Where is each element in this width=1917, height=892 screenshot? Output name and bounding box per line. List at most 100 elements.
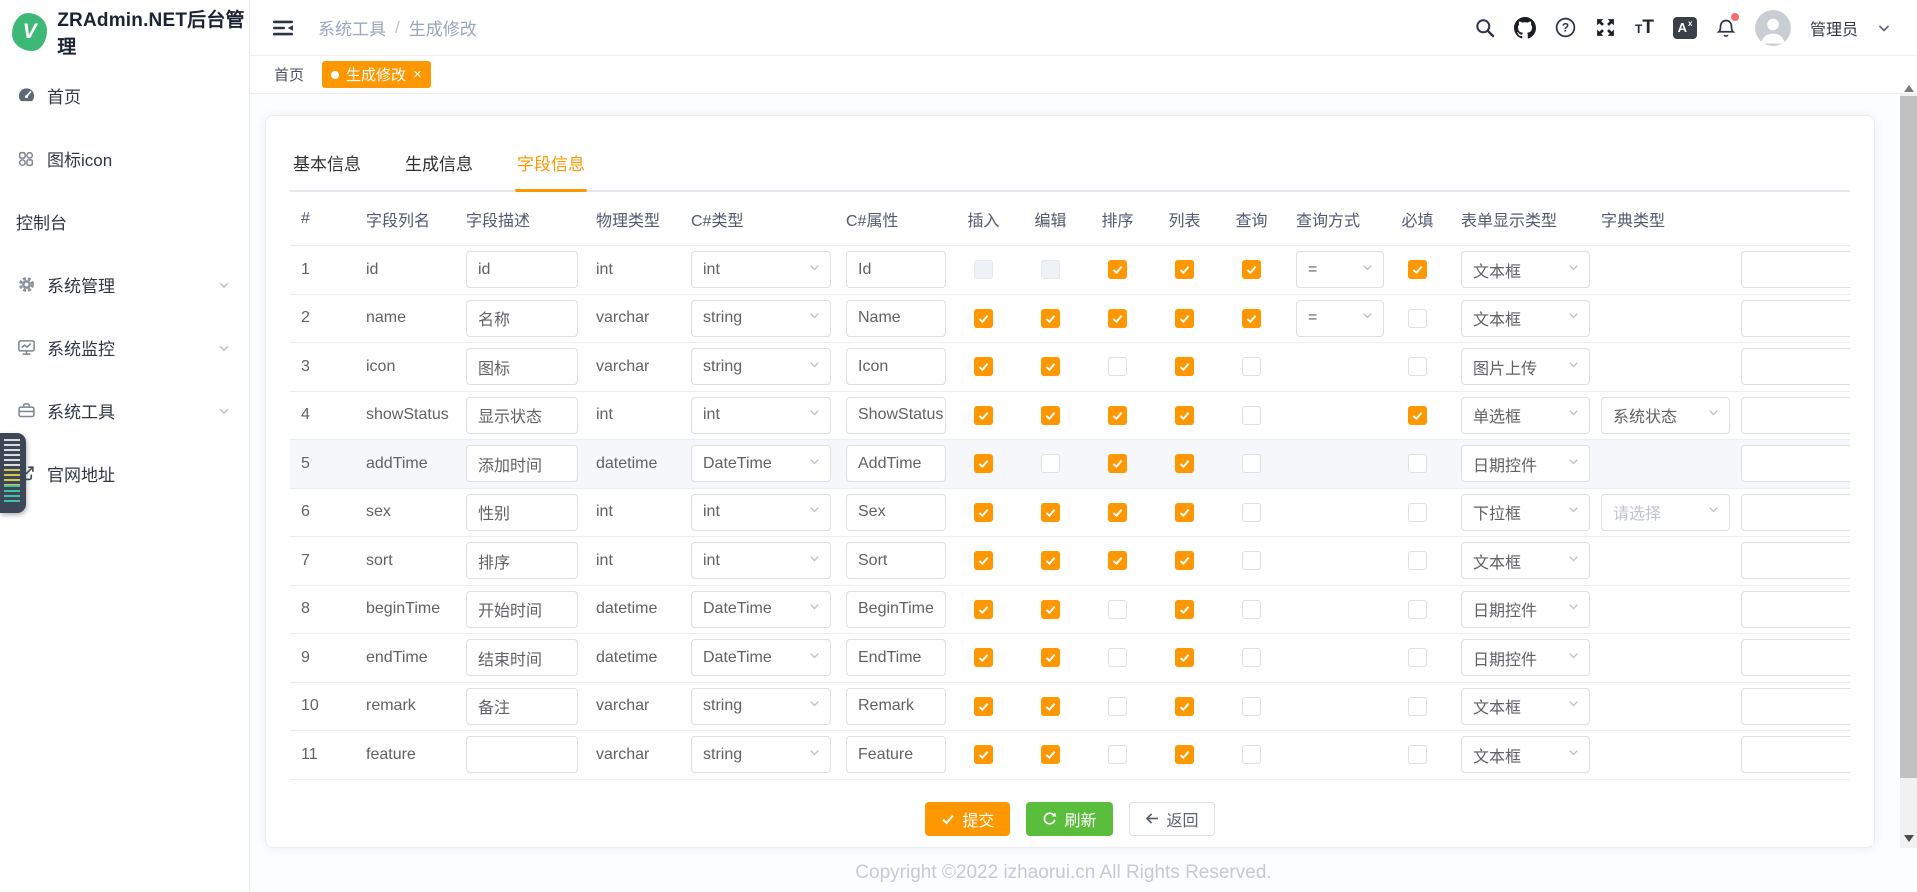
list-checkbox[interactable] (1175, 454, 1194, 473)
help-icon[interactable]: ? (1555, 15, 1576, 41)
description-input[interactable]: id (466, 251, 578, 288)
display-type-select[interactable]: 下拉框 (1461, 494, 1590, 531)
description-input[interactable]: 结束时间 (466, 639, 578, 676)
display-type-select[interactable]: 文本框 (1461, 251, 1590, 288)
list-checkbox[interactable] (1175, 697, 1194, 716)
sidebar-item-系统监控[interactable]: 系统监控 (0, 316, 249, 379)
tag-home[interactable]: 首页 (268, 61, 310, 88)
csharp-property-input[interactable]: ShowStatus (846, 397, 946, 434)
insert-checkbox[interactable] (974, 648, 993, 667)
sort-checkbox[interactable] (1108, 600, 1127, 619)
query-checkbox[interactable] (1242, 551, 1261, 570)
display-type-select[interactable]: 日期控件 (1461, 591, 1590, 628)
description-input[interactable] (466, 736, 578, 773)
scroll-down-arrow[interactable] (1900, 830, 1917, 846)
csharp-property-input[interactable]: Name (846, 300, 946, 337)
csharp-property-input[interactable]: Remark (846, 688, 946, 725)
sidebar-item-系统管理[interactable]: 系统管理 (0, 253, 249, 316)
sort-checkbox[interactable] (1108, 260, 1127, 279)
sort-checkbox[interactable] (1108, 745, 1127, 764)
extra-input[interactable] (1741, 397, 1850, 434)
chevron-down-icon[interactable] (1877, 15, 1891, 41)
insert-checkbox[interactable] (974, 357, 993, 376)
search-icon[interactable] (1475, 15, 1495, 41)
github-icon[interactable] (1514, 15, 1536, 41)
required-checkbox[interactable] (1408, 745, 1427, 764)
edit-checkbox[interactable] (1041, 551, 1060, 570)
sort-checkbox[interactable] (1108, 357, 1127, 376)
extra-input[interactable] (1741, 688, 1850, 725)
csharp-type-select[interactable]: int (691, 251, 831, 288)
language-icon[interactable]: Ax (1673, 17, 1697, 39)
required-checkbox[interactable] (1408, 600, 1427, 619)
insert-checkbox[interactable] (974, 503, 993, 522)
display-type-select[interactable]: 图片上传 (1461, 348, 1590, 385)
csharp-type-select[interactable]: DateTime (691, 445, 831, 482)
card-tab-生成信息[interactable]: 生成信息 (403, 144, 475, 190)
required-checkbox[interactable] (1408, 260, 1427, 279)
display-type-select[interactable]: 单选框 (1461, 397, 1590, 434)
list-checkbox[interactable] (1175, 551, 1194, 570)
card-tab-字段信息[interactable]: 字段信息 (515, 144, 587, 190)
query-checkbox[interactable] (1242, 454, 1261, 473)
sort-checkbox[interactable] (1108, 454, 1127, 473)
sort-checkbox[interactable] (1108, 503, 1127, 522)
vertical-scrollbar[interactable] (1900, 94, 1917, 848)
edit-checkbox[interactable] (1041, 697, 1060, 716)
sidebar-item-首页[interactable]: 首页 (0, 64, 249, 127)
description-input[interactable]: 名称 (466, 300, 578, 337)
csharp-property-input[interactable]: Icon (846, 348, 946, 385)
font-size-icon[interactable]: TT (1635, 18, 1654, 37)
sort-checkbox[interactable] (1108, 648, 1127, 667)
display-type-select[interactable]: 文本框 (1461, 300, 1590, 337)
list-checkbox[interactable] (1175, 503, 1194, 522)
query-checkbox[interactable] (1242, 600, 1261, 619)
insert-checkbox[interactable] (974, 745, 993, 764)
extra-input[interactable] (1741, 591, 1850, 628)
csharp-type-select[interactable]: DateTime (691, 591, 831, 628)
list-checkbox[interactable] (1175, 309, 1194, 328)
username[interactable]: 管理员 (1810, 16, 1858, 40)
list-checkbox[interactable] (1175, 600, 1194, 619)
extra-input[interactable] (1741, 542, 1850, 579)
list-checkbox[interactable] (1175, 648, 1194, 667)
dict-type-select[interactable]: 请选择 (1601, 494, 1730, 531)
refresh-button[interactable]: 刷新 (1026, 802, 1112, 836)
display-type-select[interactable]: 文本框 (1461, 736, 1590, 773)
sidebar-item-系统工具[interactable]: 系统工具 (0, 379, 249, 442)
theme-drawer-handle[interactable] (0, 433, 26, 513)
csharp-property-input[interactable]: Sort (846, 542, 946, 579)
extra-input[interactable] (1741, 639, 1850, 676)
sidebar-item-图标icon[interactable]: 图标icon (0, 127, 249, 190)
edit-checkbox[interactable] (1041, 260, 1060, 279)
required-checkbox[interactable] (1408, 406, 1427, 425)
sort-checkbox[interactable] (1108, 697, 1127, 716)
required-checkbox[interactable] (1408, 648, 1427, 667)
query-checkbox[interactable] (1242, 309, 1261, 328)
description-input[interactable]: 显示状态 (466, 397, 578, 434)
list-checkbox[interactable] (1175, 745, 1194, 764)
csharp-type-select[interactable]: int (691, 542, 831, 579)
csharp-type-select[interactable]: int (691, 397, 831, 434)
csharp-property-input[interactable]: EndTime (846, 639, 946, 676)
sidebar-item-控制台[interactable]: 控制台 (0, 190, 249, 253)
description-input[interactable]: 性别 (466, 494, 578, 531)
list-checkbox[interactable] (1175, 260, 1194, 279)
close-tag-icon[interactable]: × (413, 67, 422, 82)
csharp-property-input[interactable]: Sex (846, 494, 946, 531)
tag-active[interactable]: 生成修改 × (322, 61, 431, 88)
required-checkbox[interactable] (1408, 697, 1427, 716)
query-checkbox[interactable] (1242, 260, 1261, 279)
scroll-up-arrow[interactable] (1900, 80, 1917, 96)
display-type-select[interactable]: 文本框 (1461, 688, 1590, 725)
required-checkbox[interactable] (1408, 454, 1427, 473)
edit-checkbox[interactable] (1041, 648, 1060, 667)
query-checkbox[interactable] (1242, 648, 1261, 667)
required-checkbox[interactable] (1408, 357, 1427, 376)
app-logo[interactable]: V ZRAdmin.NET后台管理 (0, 0, 249, 62)
csharp-property-input[interactable]: Id (846, 251, 946, 288)
required-checkbox[interactable] (1408, 309, 1427, 328)
insert-checkbox[interactable] (974, 406, 993, 425)
csharp-property-input[interactable]: Feature (846, 736, 946, 773)
csharp-type-select[interactable]: string (691, 736, 831, 773)
